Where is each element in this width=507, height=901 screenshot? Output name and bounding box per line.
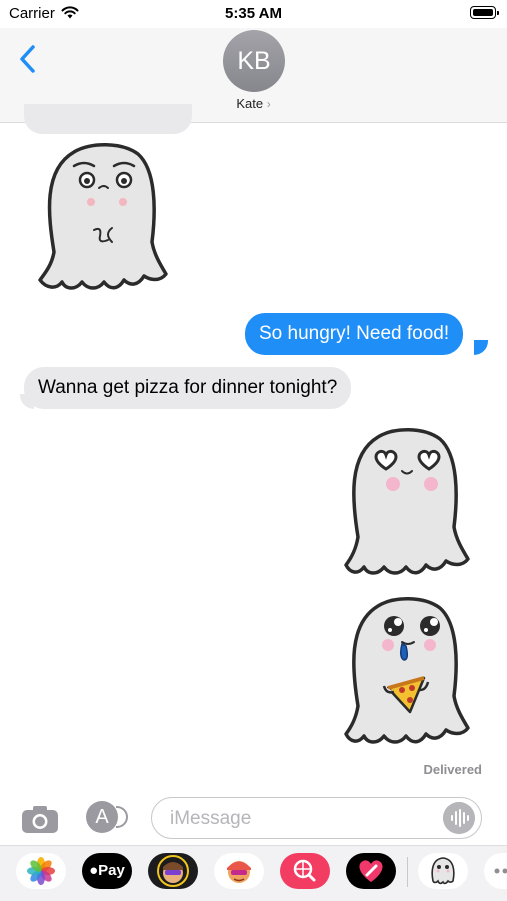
apple-pay-label: Pay [98,862,125,879]
digital-touch-button[interactable] [346,853,396,889]
chevron-right-icon: › [267,97,271,111]
contact-avatar[interactable]: KB [223,30,285,92]
app-store-ring [116,806,128,828]
battery-icon [470,6,496,19]
photos-icon [16,853,66,889]
app-store-icon[interactable]: A [86,801,118,833]
app-drawer-divider [407,857,408,887]
more-apps-icon [484,853,507,889]
delivered-status: Delivered [390,762,482,777]
back-chevron-icon[interactable] [18,42,38,76]
ghost-worried-sticker[interactable] [38,140,168,292]
apple-pay-icon: ● [89,862,98,879]
bubble-tail-received [20,394,34,409]
ghost-sticker-pack-icon [418,853,468,889]
message-bubble-received-partial[interactable] [24,104,192,134]
memoji-stickers-icon [214,853,264,889]
message-bubble-sent[interactable]: So hungry! Need food! [245,313,463,355]
memoji-stickers-button[interactable] [214,853,264,889]
apple-pay-button[interactable]: ●Pay [82,853,132,889]
contact-name: Kate [236,96,263,111]
memoji-icon [148,853,198,889]
message-bubble-received[interactable]: Wanna get pizza for dinner tonight? [24,367,351,409]
more-apps-button[interactable] [484,853,507,889]
status-time: 5:35 AM [0,5,507,22]
ghost-heart-eyes-sticker[interactable] [344,425,472,577]
digital-touch-icon [346,853,396,889]
ghost-pizza-drool-sticker[interactable] [344,594,472,746]
image-search-icon [280,853,330,889]
memoji-app-button[interactable] [148,853,198,889]
bubble-tail-sent [474,340,488,355]
message-input[interactable] [168,807,432,831]
audio-message-icon[interactable] [443,802,475,834]
camera-icon[interactable] [20,803,60,835]
image-search-button[interactable] [280,853,330,889]
photos-app-button[interactable] [16,853,66,889]
message-input-field[interactable] [151,797,482,839]
ghost-sticker-pack-button[interactable] [418,853,468,889]
status-bar: Carrier 5:35 AM [0,0,507,28]
